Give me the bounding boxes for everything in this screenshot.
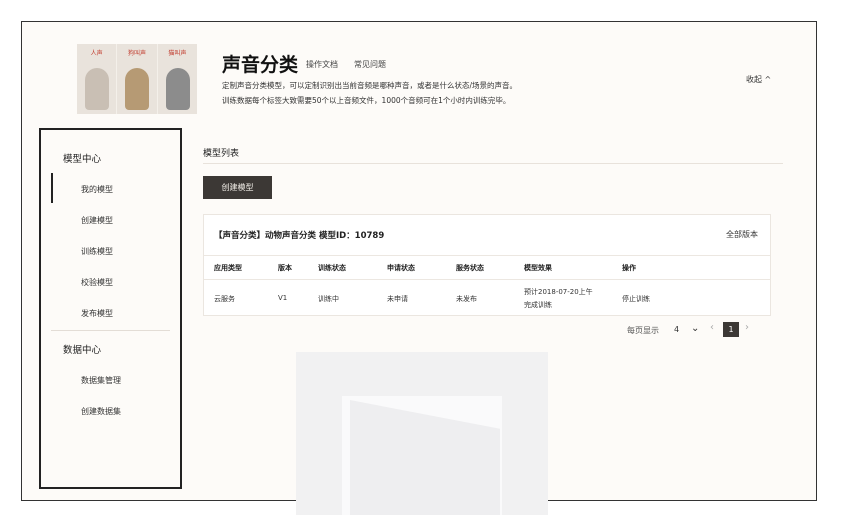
- section-divider: [203, 163, 783, 164]
- sidebar-heading-data-center[interactable]: 数据中心: [63, 342, 101, 356]
- sidebar-divider: [51, 330, 170, 331]
- cat-figure: [165, 68, 190, 110]
- header-train-status: 训练状态: [318, 264, 346, 272]
- cell-apply-status: 未申请: [387, 295, 408, 303]
- header-divider: [204, 279, 770, 280]
- description-line-1: 定制声音分类模型，可以定制识别出当前音频是哪种声音，或者是什么状态/场景的声音。: [222, 81, 518, 90]
- banner-cell-cat: 猫叫声: [158, 44, 197, 114]
- person-figure: [85, 68, 109, 110]
- sidebar-item-my-models[interactable]: 我的模型: [81, 184, 113, 195]
- sidebar: 模型中心 我的模型 创建模型 训练模型 校验模型 发布模型 数据中心 数据集管理…: [39, 128, 182, 489]
- header-action: 操作: [622, 264, 636, 272]
- dog-figure: [125, 68, 150, 110]
- sidebar-heading-model-center[interactable]: 模型中心: [63, 151, 101, 165]
- header-model-effect: 模型效果: [524, 264, 552, 272]
- sidebar-item-dataset-management[interactable]: 数据集管理: [81, 375, 121, 386]
- next-page-icon[interactable]: ›: [745, 322, 749, 333]
- header-app-type: 应用类型: [214, 264, 242, 272]
- faq-link[interactable]: 常见问题: [354, 59, 386, 70]
- current-page-button[interactable]: 1: [723, 322, 739, 337]
- header-apply-status: 申请状态: [387, 264, 415, 272]
- banner-tag-cat: 猫叫声: [168, 50, 187, 57]
- header-service-status: 服务状态: [456, 264, 484, 272]
- cell-effect-line-2: 完成训练: [524, 301, 552, 309]
- card-divider: [204, 255, 770, 256]
- cell-version: V1: [278, 294, 288, 302]
- prev-page-icon[interactable]: ‹: [710, 322, 714, 333]
- page-title: 声音分类: [222, 54, 299, 76]
- sidebar-item-create-model[interactable]: 创建模型: [81, 215, 113, 226]
- header-version: 版本: [278, 264, 292, 272]
- model-card: 【声音分类】动物声音分类 模型ID：10789 全部版本 应用类型 版本 训练状…: [203, 214, 771, 316]
- section-title: 模型列表: [203, 149, 240, 159]
- collapse-button[interactable]: 收起 ^: [746, 74, 771, 85]
- page-size-select[interactable]: 4: [674, 325, 679, 334]
- active-indicator: [51, 173, 53, 203]
- per-page-label: 每页显示: [627, 326, 659, 335]
- cell-train-status: 训练中: [318, 295, 339, 303]
- description-line-2: 训练数据每个标签大致需要50个以上音频文件，1000个音频可在1个小时内训练完毕…: [222, 96, 511, 105]
- sidebar-item-publish-model[interactable]: 发布模型: [81, 308, 113, 319]
- cell-app-type: 云服务: [214, 295, 235, 303]
- create-model-button[interactable]: 创建模型: [203, 176, 272, 199]
- docs-link[interactable]: 操作文档: [306, 59, 338, 70]
- stop-training-link[interactable]: 停止训练: [622, 294, 650, 304]
- model-card-title: 【声音分类】动物声音分类 模型ID：10789: [214, 231, 385, 241]
- cell-effect-line-1: 预计2018-07-20上午: [524, 288, 593, 296]
- banner-tag-dog: 狗叫声: [127, 50, 146, 57]
- cell-service-status: 未发布: [456, 295, 477, 303]
- banner-image: 人声 狗叫声 猫叫声: [77, 44, 197, 114]
- sidebar-item-verify-model[interactable]: 校验模型: [81, 277, 113, 288]
- chevron-down-icon[interactable]: ⌄: [691, 323, 699, 334]
- sidebar-item-create-dataset[interactable]: 创建数据集: [81, 406, 121, 417]
- banner-cell-dog: 狗叫声: [117, 44, 158, 114]
- all-versions-link[interactable]: 全部版本: [726, 229, 758, 240]
- banner-cell-human: 人声: [77, 44, 118, 114]
- sidebar-item-train-model[interactable]: 训练模型: [81, 246, 113, 257]
- banner-tag-human: 人声: [90, 50, 103, 57]
